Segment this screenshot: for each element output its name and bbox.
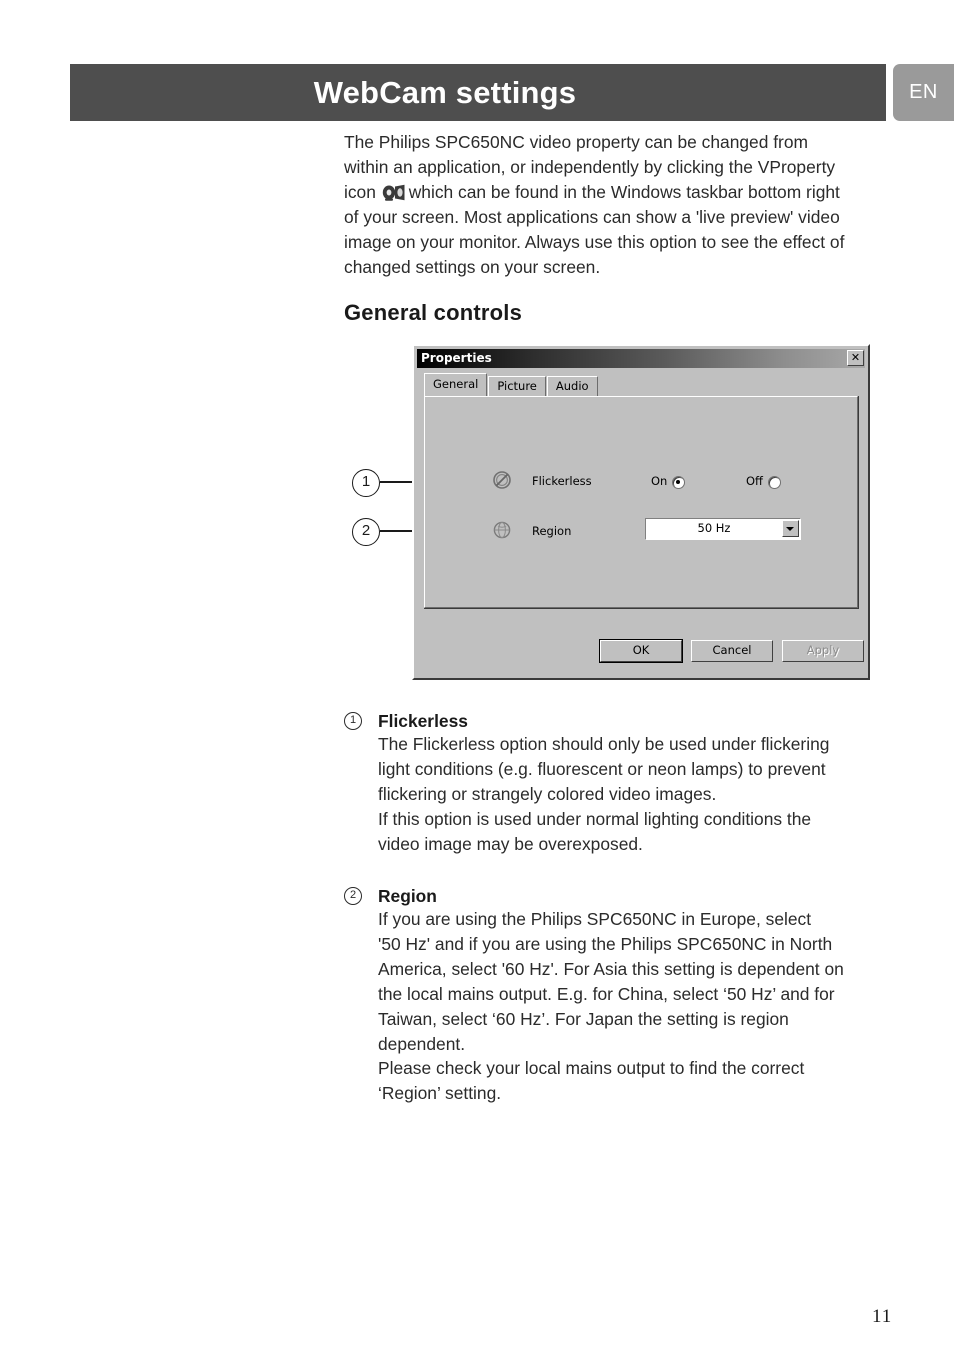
note-flickerless: 1 Flickerless The Flickerless option sho… — [344, 710, 884, 857]
note-body: Region If you are using the Philips SPC6… — [378, 885, 884, 1106]
dialog-tab-strip: General Picture Audio — [424, 373, 599, 396]
note-line: Please check your local mains output to … — [378, 1058, 805, 1079]
language-tab[interactable]: EN — [893, 64, 954, 121]
no-flicker-icon — [492, 470, 512, 490]
tab-general[interactable]: General — [424, 373, 488, 396]
note-line: ‘Region’ setting. — [378, 1083, 502, 1104]
tab-audio[interactable]: Audio — [546, 376, 598, 396]
page-number: 11 — [872, 1306, 893, 1327]
tab-picture[interactable]: Picture — [488, 376, 546, 396]
page-header-bar: WebCam settings — [70, 64, 886, 121]
callout-marker-1: 1 — [352, 469, 380, 497]
note-line: flickering or strangely colored video im… — [378, 783, 717, 804]
section-heading: General controls — [344, 300, 523, 325]
intro-line-with-icon: icon which can be found in the Windows t… — [344, 180, 882, 205]
intro-line: image on your monitor. Always use this o… — [344, 231, 845, 252]
close-icon-glyph: ✕ — [850, 351, 861, 364]
note-body: Flickerless The Flickerless option shoul… — [378, 710, 884, 857]
note-region: 2 Region If you are using the Philips SP… — [344, 885, 884, 1106]
radio-button-off-icon[interactable] — [767, 476, 781, 489]
note-title: Flickerless — [378, 711, 468, 731]
radio-button-on-icon[interactable] — [672, 476, 686, 489]
note-line: light conditions (e.g. fluorescent or ne… — [378, 758, 826, 779]
note-number: 2 — [344, 887, 362, 905]
flickerless-label: Flickerless — [532, 474, 592, 488]
properties-dialog-screenshot: Properties ✕ General Picture Audio Flick… — [412, 344, 870, 680]
properties-dialog: Properties ✕ General Picture Audio Flick… — [412, 344, 870, 680]
note-line: If this option is used under normal ligh… — [378, 808, 812, 829]
cancel-button[interactable]: Cancel — [691, 640, 773, 662]
intro-line-icon-prefix: icon — [344, 181, 376, 202]
note-line: America, select '60 Hz'. For Asia this s… — [378, 958, 844, 979]
note-line: The Flickerless option should only be us… — [378, 734, 830, 754]
page-title: WebCam settings — [313, 75, 577, 110]
intro-line: within an application, or independently … — [344, 156, 836, 177]
note-line: '50 Hz' and if you are using the Philips… — [378, 933, 833, 954]
dialog-title-bar[interactable]: Properties ✕ — [417, 349, 865, 368]
intro-line-icon-suffix: which can be found in the Windows taskba… — [408, 181, 840, 202]
vproperty-webcam-icon — [382, 183, 408, 201]
note-line: If you are using the Philips SPC650NC in… — [378, 909, 812, 929]
tab-panel-general — [424, 396, 859, 609]
note-number: 1 — [344, 712, 362, 730]
close-icon[interactable]: ✕ — [847, 350, 864, 366]
dialog-title-label: Properties — [421, 351, 492, 365]
chevron-down-icon[interactable] — [782, 520, 799, 537]
note-title: Region — [378, 886, 437, 906]
note-line: the local mains output. E.g. for China, … — [378, 983, 835, 1004]
ok-button[interactable]: OK — [599, 639, 683, 663]
flickerless-radio-on[interactable]: On — [651, 474, 686, 490]
flickerless-radio-off-label: Off — [746, 474, 763, 488]
note-line: dependent. — [378, 1033, 466, 1054]
region-dropdown-value: 50 Hz — [697, 521, 731, 535]
intro-line: The Philips SPC650NC video property can … — [344, 132, 809, 152]
intro-line: changed settings on your screen. — [344, 256, 601, 277]
flickerless-radio-off[interactable]: Off — [746, 474, 781, 490]
flickerless-radio-on-label: On — [651, 474, 668, 488]
note-line: video image may be overexposed. — [378, 833, 643, 854]
region-label: Region — [532, 524, 572, 538]
region-dropdown[interactable]: 50 Hz — [645, 518, 801, 540]
apply-button: Apply — [782, 640, 864, 662]
globe-icon — [492, 520, 512, 540]
note-line: Taiwan, select ‘60 Hz’. For Japan the se… — [378, 1008, 789, 1029]
intro-line: of your screen. Most applications can sh… — [344, 206, 840, 227]
language-tab-label: EN — [909, 81, 938, 103]
callout-marker-2: 2 — [352, 518, 380, 546]
intro-paragraph: The Philips SPC650NC video property can … — [344, 130, 882, 279]
